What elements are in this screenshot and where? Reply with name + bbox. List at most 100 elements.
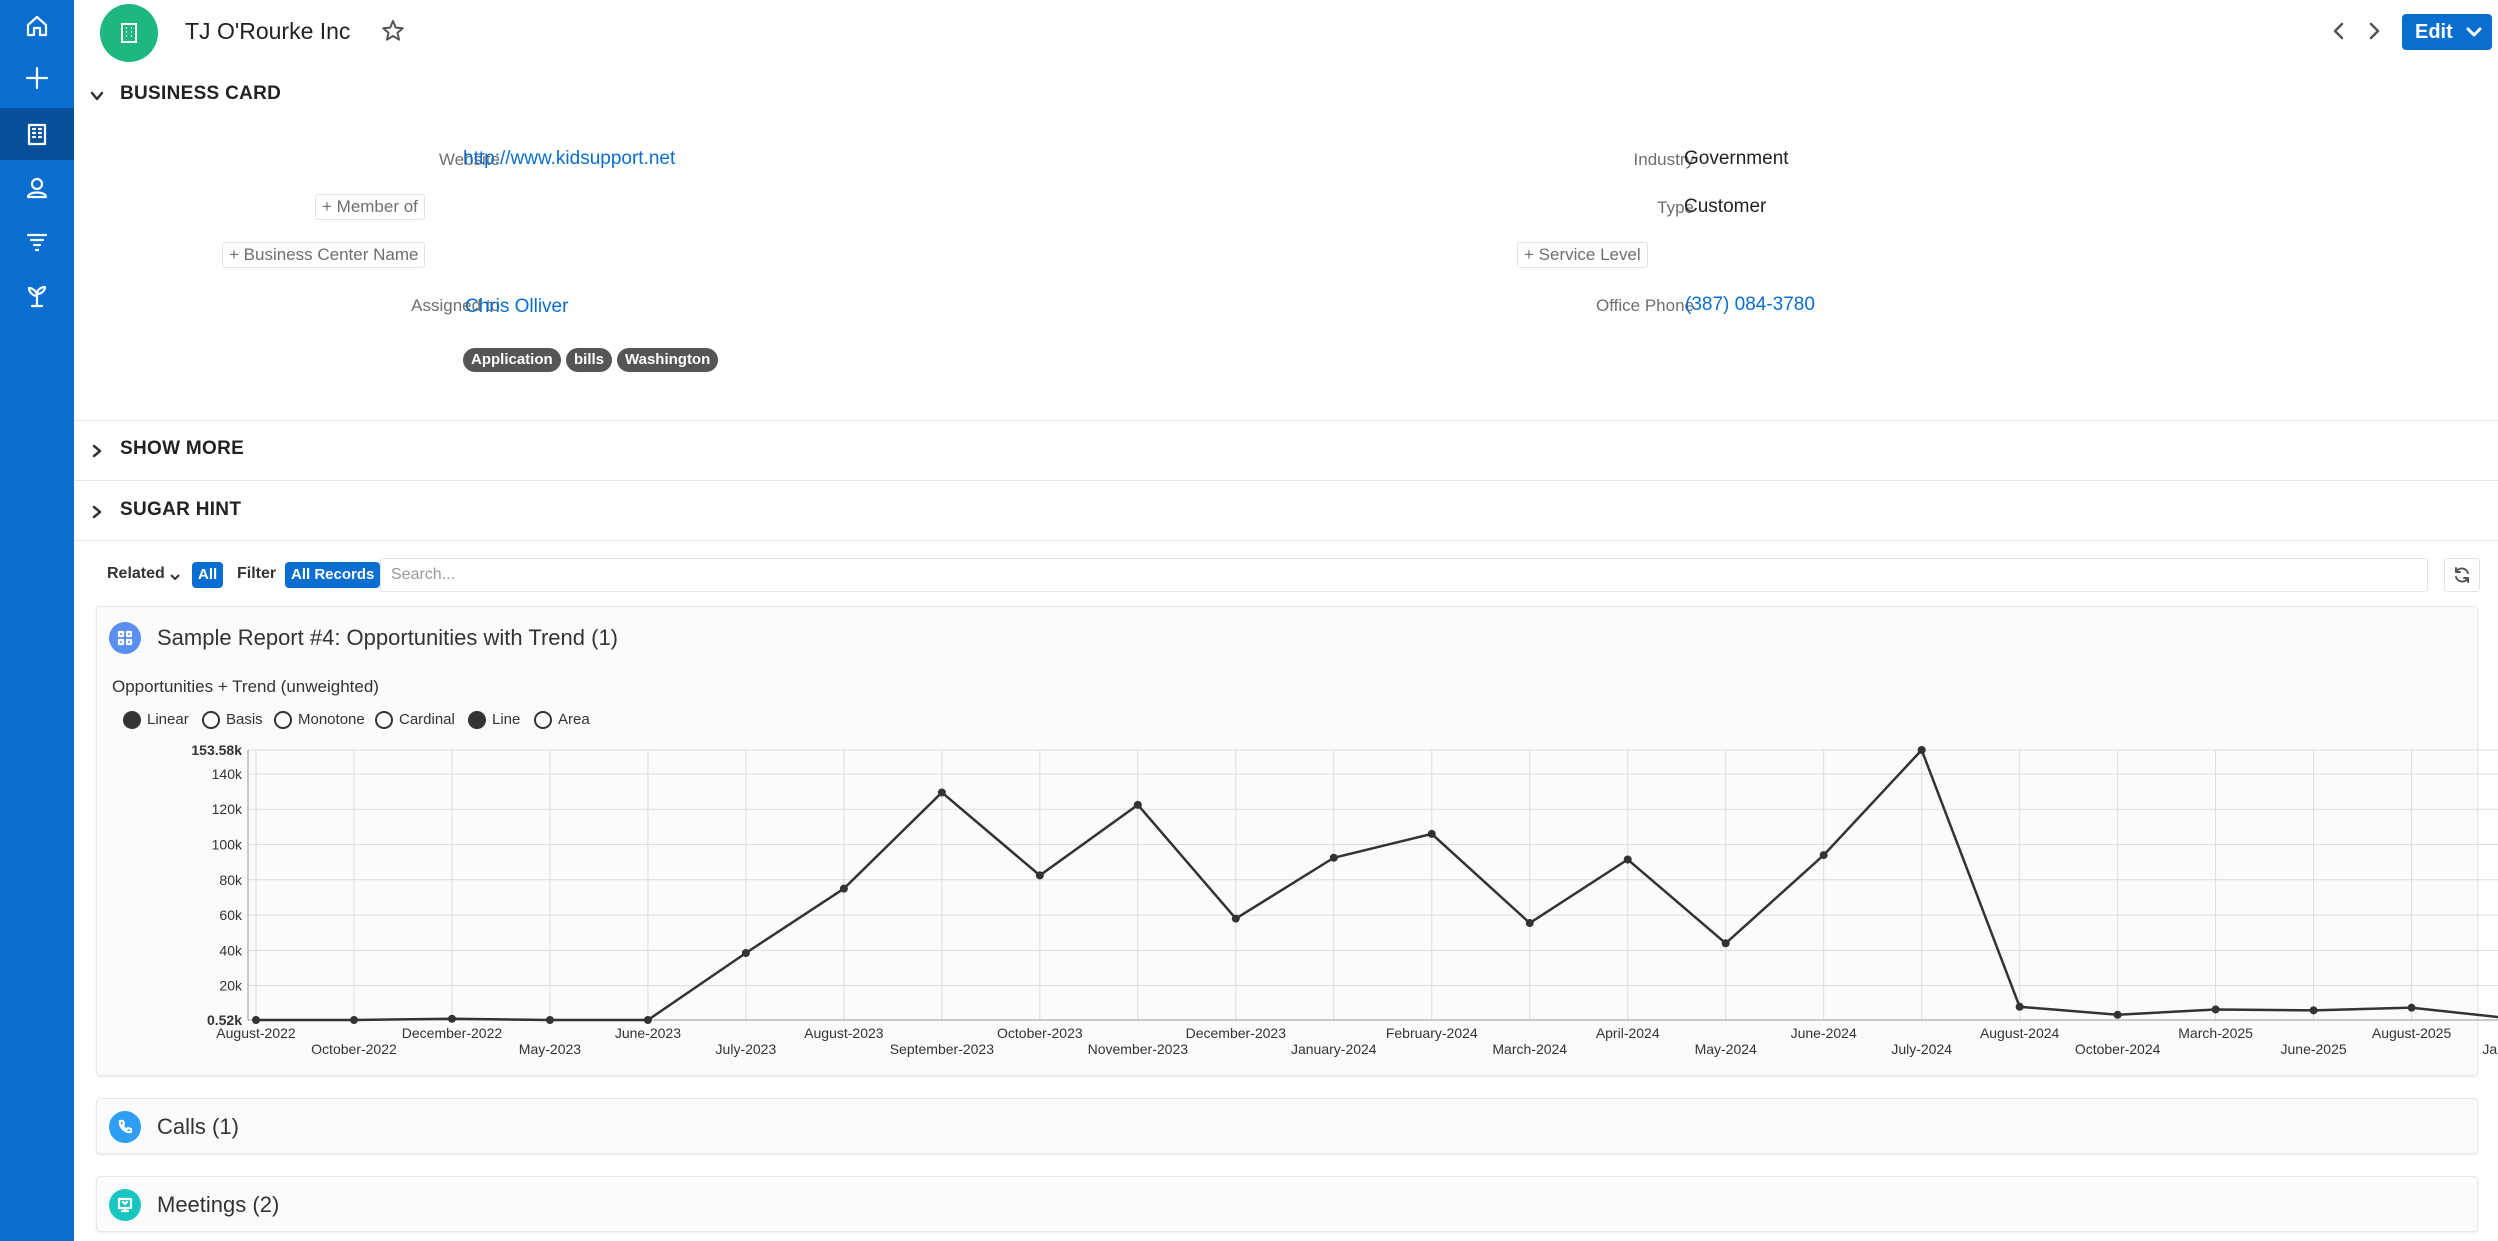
quick-create-button[interactable] [0, 52, 74, 104]
service-level-label: Service Level [1538, 245, 1641, 264]
data-point [1623, 855, 1632, 864]
x-tick-label: October-2022 [311, 1041, 397, 1057]
meetings-dashlet[interactable]: Meetings (2) [96, 1176, 2478, 1232]
data-point [1329, 853, 1338, 862]
y-tick-label: 40k [219, 942, 243, 958]
series-line [256, 747, 2498, 1022]
edit-button-label: Edit [2415, 21, 2453, 43]
section-divider [74, 480, 2498, 481]
account-avatar [100, 4, 158, 62]
report-dashlet-title[interactable]: Sample Report #4: Opportunities with Tre… [157, 625, 618, 651]
x-tick-label: April-2024 [1596, 1025, 1660, 1041]
all-records-pill[interactable]: All Records [285, 562, 381, 588]
legend-label: Line [492, 711, 521, 728]
data-point [2309, 1006, 2318, 1015]
next-record-icon[interactable] [2362, 18, 2386, 44]
add-service-level-button[interactable]: + Service Level [1517, 242, 1648, 268]
x-tick-label: March-2025 [2178, 1025, 2253, 1041]
x-tick-label: May-2023 [519, 1041, 581, 1057]
data-point [1819, 851, 1828, 860]
calls-dashlet-title[interactable]: Calls (1) [157, 1114, 239, 1140]
home-button[interactable] [0, 0, 74, 52]
record-header: TJ O'Rourke Inc Edit [74, 0, 2498, 64]
edit-button[interactable]: Edit [2402, 14, 2492, 50]
y-tick-label: 140k [212, 766, 243, 782]
type-value: Customer [1684, 196, 1767, 217]
meetings-dashlet-title[interactable]: Meetings (2) [157, 1192, 279, 1218]
favorite-star-icon[interactable] [380, 18, 406, 44]
all-modules-pill[interactable]: All [192, 562, 224, 588]
contacts-module-button[interactable] [0, 162, 74, 214]
chart-title: Opportunities + Trend (unweighted) [112, 677, 379, 696]
business-center-label: Business Center Name [243, 245, 419, 264]
data-point [252, 1016, 260, 1024]
data-point [545, 1016, 554, 1024]
report-icon [109, 622, 141, 654]
radio-dot [534, 711, 552, 729]
add-member-of-button[interactable]: + Member of [315, 194, 425, 220]
x-tick-label: July-2024 [1891, 1041, 1952, 1057]
x-tick-label: August-2025 [2372, 1025, 2452, 1041]
plus-icon [25, 66, 49, 90]
search-input[interactable]: Search... [380, 558, 2428, 592]
radio-dot [375, 711, 393, 729]
sprout-icon [27, 285, 47, 308]
x-tick-label: October-2024 [2075, 1041, 2161, 1057]
data-point [741, 949, 750, 958]
legend-label: Cardinal [399, 711, 455, 728]
chevron-down-icon [90, 87, 104, 101]
website-link[interactable]: http://www.kidsupport.net [463, 148, 675, 170]
show-more-toggle[interactable]: SHOW MORE [74, 438, 474, 462]
y-tick-label: 60k [219, 907, 243, 923]
sugar-hint-toggle[interactable]: SUGAR HINT [74, 499, 474, 523]
chevron-down-icon [169, 569, 181, 581]
related-label: Related [107, 565, 165, 582]
data-point [1525, 919, 1534, 928]
office-phone-link[interactable]: (387) 084-3780 [1685, 294, 1815, 316]
x-tick-label: July-2023 [716, 1041, 777, 1057]
section-divider [74, 540, 2498, 541]
refresh-button[interactable] [2444, 558, 2480, 592]
tag-badge[interactable]: bills [566, 348, 613, 372]
related-dropdown[interactable]: Related [107, 565, 181, 583]
data-point [2015, 1002, 2024, 1011]
sugar-hint-title: SUGAR HINT [120, 499, 242, 520]
x-tick-label: May-2024 [1695, 1041, 1757, 1057]
data-point [1231, 914, 1240, 923]
data-point [643, 1016, 652, 1024]
legend-label: Area [558, 711, 590, 728]
building-icon [121, 23, 137, 43]
data-point [1917, 746, 1926, 754]
tag-badge[interactable]: Washington [617, 348, 719, 372]
section-divider [74, 420, 2498, 421]
accounts-module-button[interactable] [0, 108, 74, 160]
y-tick-label: 20k [219, 978, 243, 994]
business-card-toggle[interactable]: BUSINESS CARD [74, 83, 474, 107]
leads-module-button[interactable] [0, 216, 74, 268]
show-more-title: SHOW MORE [120, 438, 245, 459]
x-tick-label: September-2023 [890, 1041, 995, 1057]
data-point [2407, 1003, 2416, 1012]
y-tick-label: 100k [212, 837, 243, 853]
data-point [349, 1016, 358, 1024]
legend-label: Basis [226, 711, 263, 728]
office-phone-label: Office Phone [1596, 296, 1694, 315]
sidebar [0, 0, 74, 1241]
person-icon [26, 177, 48, 199]
data-point [839, 884, 848, 893]
x-tick-label: November-2023 [1088, 1041, 1189, 1057]
building-icon [27, 123, 47, 146]
related-filter-bar: Related All Filter All Records Search... [74, 555, 2498, 595]
x-tick-label: June-2023 [615, 1025, 681, 1041]
opportunities-module-button[interactable] [0, 270, 74, 322]
calls-dashlet[interactable]: Calls (1) [96, 1098, 2478, 1154]
assigned-user-link[interactable]: Chris Olliver [465, 296, 568, 318]
tag-badge[interactable]: Application [463, 348, 561, 372]
chevron-down-icon[interactable] [2464, 23, 2484, 41]
add-business-center-button[interactable]: + Business Center Name [222, 242, 426, 268]
previous-record-icon[interactable] [2327, 18, 2351, 44]
y-tick-label: 120k [212, 801, 243, 817]
data-point [1035, 871, 1044, 880]
home-icon [26, 15, 48, 37]
x-tick-label: December-2022 [402, 1025, 503, 1041]
